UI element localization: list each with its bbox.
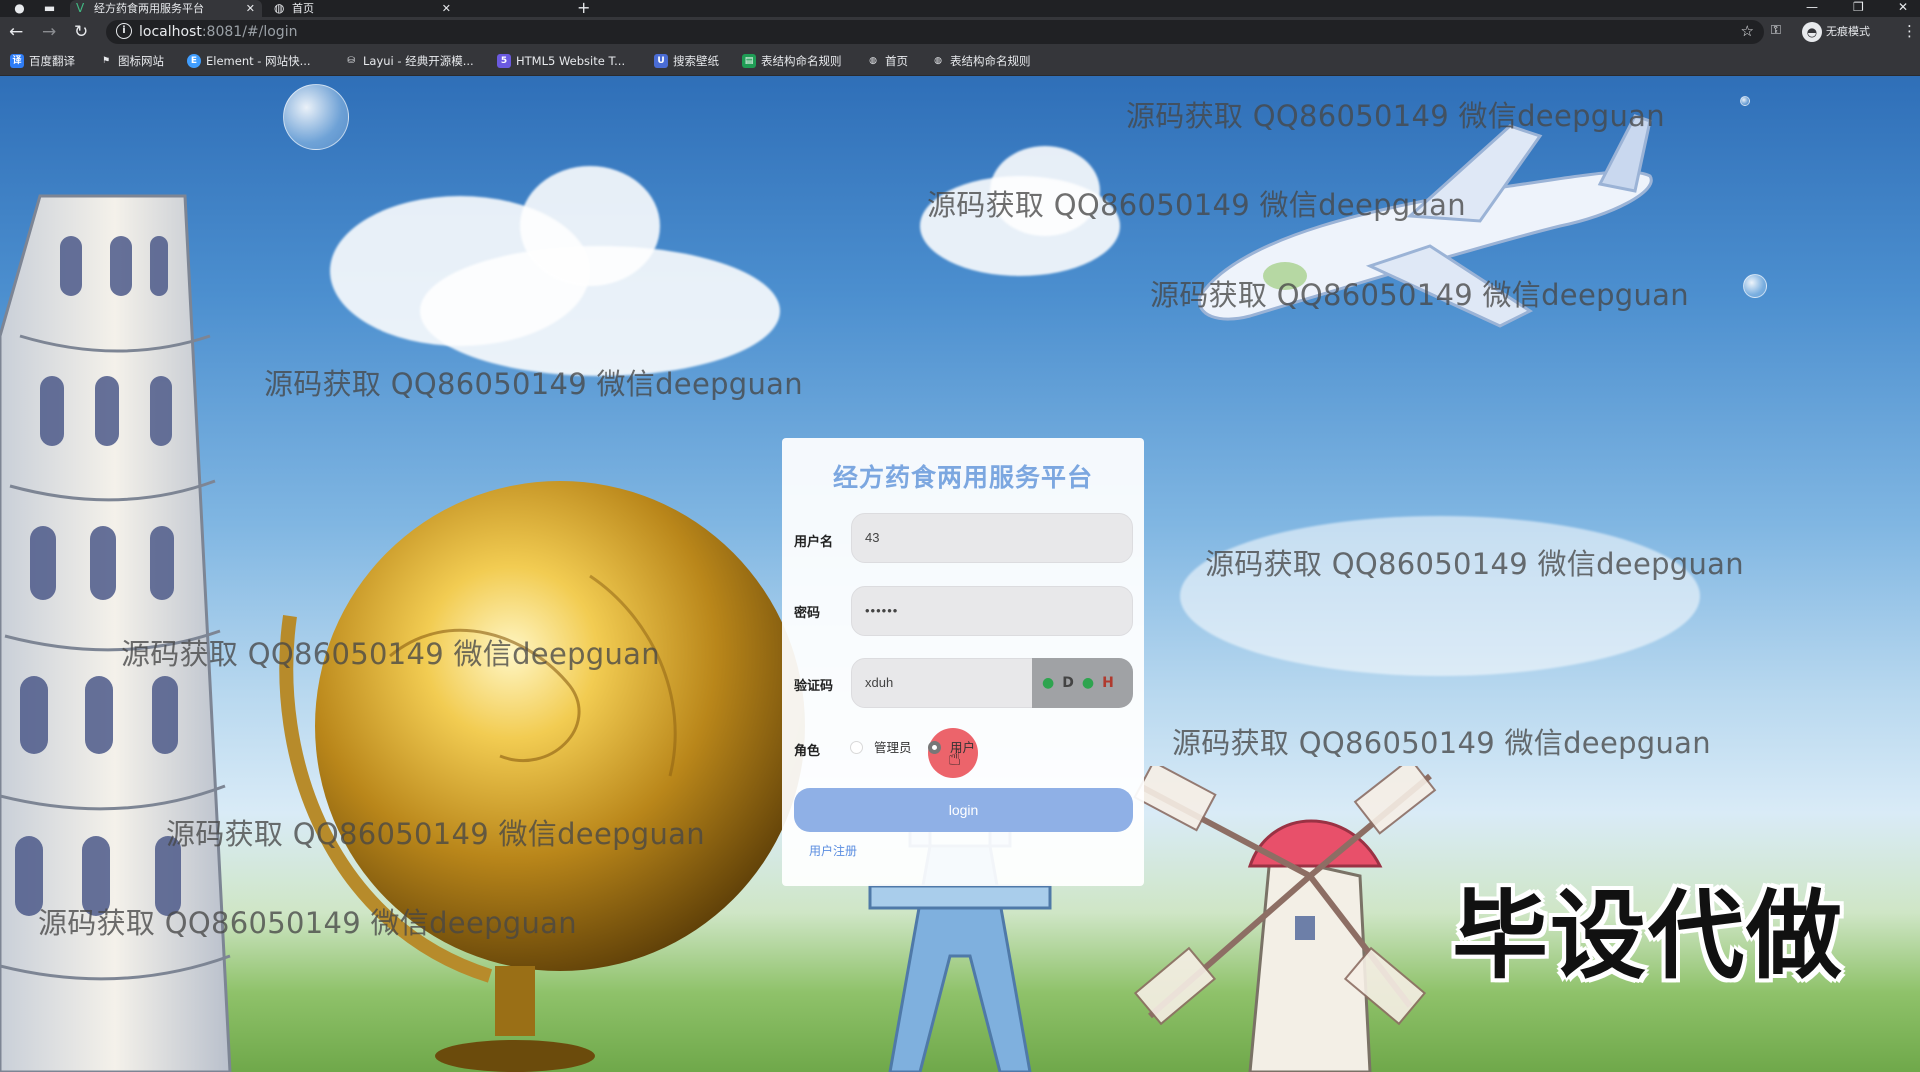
- baidu-translate-icon: 译: [10, 54, 24, 68]
- sheet-icon: ▤: [742, 54, 756, 68]
- bookmark-item[interactable]: ◍ 首页: [866, 53, 908, 69]
- login-card: 经方药食两用服务平台 用户名 43 密码 •••••• 验证码 xduh ●D●…: [782, 438, 1144, 886]
- watermark: 源码获取 QQ86050149 微信deepguan: [264, 367, 803, 401]
- captcha-char: D: [1062, 675, 1082, 691]
- watermark: 源码获取 QQ86050149 微信deepguan: [1172, 726, 1711, 760]
- watermark: 源码获取 QQ86050149 微信deepguan: [1126, 99, 1665, 133]
- tab-title: 首页: [292, 2, 314, 15]
- captcha-input[interactable]: xduh: [851, 658, 1039, 708]
- tab-search-icon[interactable]: ▬: [42, 1, 57, 16]
- watermark: 源码获取 QQ86050149 微信deepguan: [166, 817, 705, 851]
- tab-close-icon[interactable]: ✕: [246, 0, 255, 17]
- cloud: [1180, 516, 1700, 676]
- watermark: 源码获取 QQ86050149 微信deepguan: [1150, 278, 1689, 312]
- bookmark-item[interactable]: ⛁ Layui - 经典开源模...: [344, 53, 473, 69]
- new-tab-icon[interactable]: +: [577, 0, 590, 16]
- airplane-illustration: [1197, 114, 1653, 328]
- bubble: [283, 84, 349, 150]
- promo-text: 毕设代做: [1452, 880, 1844, 992]
- captcha-char: H: [1102, 675, 1122, 691]
- globe-icon: ◍: [934, 56, 942, 66]
- cloud: [520, 166, 660, 286]
- globe-favicon-icon: ◍: [274, 1, 285, 15]
- captcha-label: 验证码: [794, 679, 834, 694]
- tab-title: 经方药食两用服务平台: [94, 2, 204, 15]
- vue-favicon-icon: V: [76, 1, 85, 15]
- register-link[interactable]: 用户注册: [809, 842, 857, 859]
- username-input[interactable]: 43: [851, 513, 1133, 563]
- username-label: 用户名: [794, 535, 834, 550]
- hand-cursor-icon: ☝: [948, 746, 962, 771]
- key-icon[interactable]: ⚿: [1771, 23, 1781, 38]
- globe-icon: ◍: [869, 56, 877, 66]
- close-window-icon[interactable]: ✕: [1898, 0, 1908, 15]
- layui-icon: ⛁: [347, 56, 355, 66]
- login-title: 经方药食两用服务平台: [832, 463, 1093, 492]
- restore-icon[interactable]: ❐: [1853, 0, 1864, 15]
- radio-user[interactable]: [928, 741, 941, 754]
- reload-icon[interactable]: ↻: [74, 23, 88, 41]
- globe-illustration: [279, 481, 805, 1072]
- browser-menu-icon[interactable]: ⋮: [1902, 21, 1917, 41]
- back-icon[interactable]: ←: [9, 23, 23, 41]
- url-text[interactable]: localhost:8081/#/login: [139, 23, 297, 41]
- watermark: 源码获取 QQ86050149 微信deepguan: [927, 188, 1466, 222]
- bookmark-item[interactable]: 译百度翻译: [10, 53, 75, 69]
- flag-icon: ⚑: [101, 56, 111, 66]
- bookmark-item[interactable]: ◍ 表结构命名规则: [931, 53, 1030, 69]
- chrome-logo-icon[interactable]: ●: [12, 1, 27, 16]
- radio-admin[interactable]: [850, 741, 863, 754]
- password-label: 密码: [794, 606, 821, 621]
- bookmarks-bar: 译百度翻译 ⚑ 图标网站 E Element - 网站快... ⛁ Layui - 经…: [0, 47, 1920, 76]
- watermark: 源码获取 QQ86050149 微信deepguan: [121, 637, 660, 671]
- radio-admin-label[interactable]: 管理员: [874, 737, 912, 756]
- tab-login[interactable]: V 经方药食两用服务平台 ✕: [70, 0, 262, 17]
- tab-close-icon[interactable]: ✕: [442, 0, 451, 17]
- forward-icon[interactable]: →: [42, 23, 56, 41]
- bookmark-item[interactable]: ⚑ 图标网站: [99, 53, 164, 69]
- login-page: 源码获取 QQ86050149 微信deepguan 源码获取 QQ860501…: [0, 76, 1920, 1072]
- captcha-char: ●: [1081, 675, 1103, 691]
- browser-toolbar: ← → ↻ i localhost:8081/#/login ☆: [0, 17, 1920, 47]
- bookmark-item[interactable]: ▤ 表结构命名规则: [742, 53, 842, 69]
- address-bar[interactable]: i localhost:8081/#/login ☆: [106, 20, 1764, 44]
- element-icon: E: [187, 54, 201, 68]
- incognito-badge[interactable]: ◓ 无痕模式: [1800, 21, 1878, 43]
- bubble: [1743, 274, 1767, 298]
- password-input[interactable]: ••••••: [851, 586, 1133, 636]
- bookmark-item[interactable]: U 搜索壁纸: [654, 53, 719, 69]
- role-label: 角色: [794, 744, 821, 759]
- captcha-char: ●: [1042, 675, 1063, 691]
- tab-home[interactable]: ◍ 首页 ✕: [268, 0, 458, 17]
- bookmark-item[interactable]: E Element - 网站快...: [187, 53, 311, 69]
- incognito-icon: ◓: [1802, 22, 1822, 42]
- captcha-image[interactable]: ●D●H: [1032, 658, 1133, 708]
- html5-icon: 5: [497, 54, 511, 68]
- watermark: 源码获取 QQ86050149 微信deepguan: [38, 906, 577, 940]
- login-button[interactable]: login: [794, 788, 1133, 832]
- bookmark-item[interactable]: 5 HTML5 Website T...: [497, 53, 625, 69]
- bookmark-star-icon[interactable]: ☆: [1741, 22, 1754, 40]
- minimize-icon[interactable]: —: [1806, 0, 1818, 15]
- wallpaper-icon: U: [654, 54, 668, 68]
- bubble: [1740, 96, 1750, 106]
- site-info-icon[interactable]: i: [116, 23, 132, 39]
- windmill-illustration: [1133, 766, 1437, 1072]
- watermark: 源码获取 QQ86050149 微信deepguan: [1205, 547, 1744, 581]
- tab-strip: ● ▬ V 经方药食两用服务平台 ✕ ◍ 首页 ✕ + — ❐ ✕: [0, 0, 1920, 17]
